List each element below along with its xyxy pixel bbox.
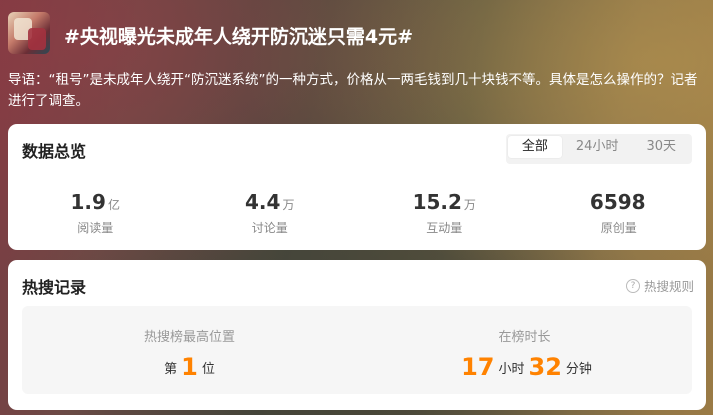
stat-label: 讨论量 [251,221,288,235]
stat-read: 1.9 亿 阅读量 [8,190,183,236]
tab-24h[interactable]: 24小时 [562,136,633,158]
help-icon: ? [625,278,640,293]
hours-unit: 小时 [498,362,525,377]
history-title: 热搜记录 [22,278,87,297]
time-range-tabs: 全部 24小时 30天 [505,134,692,164]
overview-title: 数据总览 [22,142,87,161]
minutes-unit: 分钟 [565,362,592,377]
stat-unit: 万 [282,198,295,212]
duration-section: 在榜时长 17 小时 32 分钟 [357,306,692,394]
stat-value: 4.4 [245,190,281,214]
highest-rank-value: 第1位 [22,353,357,384]
topic-thumbnail[interactable] [8,12,50,54]
rank-prefix: 第 [164,362,178,377]
tab-all[interactable]: 全部 [507,136,562,158]
stat-value: 1.9 [70,190,106,214]
history-stats-box: 热搜榜最高位置 第1位 在榜时长 17 小时 32 分钟 [22,306,692,394]
rank-number: 1 [181,353,198,381]
duration-minutes: 32 [528,353,562,381]
stat-label: 阅读量 [77,221,114,235]
stat-value-line: 4.4 万 [183,190,358,217]
stat-value: 6598 [589,190,646,214]
stat-unit: 亿 [107,198,120,212]
stat-original: 6598 原创量 [532,190,707,236]
tab-30d[interactable]: 30天 [632,136,690,158]
hot-search-rules-link[interactable]: ? 热搜规则 [625,276,694,295]
rank-suffix: 位 [201,362,215,377]
stat-interaction: 15.2 万 互动量 [357,190,532,236]
data-overview-card: 数据总览 全部 24小时 30天 1.9 亿 阅读量 4.4 万 讨论量 15.2 万… [8,124,706,250]
stat-discussion: 4.4 万 讨论量 [183,190,358,236]
duration-label: 在榜时长 [498,330,551,345]
stats-row: 1.9 亿 阅读量 4.4 万 讨论量 15.2 万 互动量 6598 原创量 [8,190,706,236]
duration-value: 17 小时 32 分钟 [357,353,692,384]
topic-title: #央视曝光未成年人绕开防沉迷只需4元# [64,26,414,48]
highest-rank-section: 热搜榜最高位置 第1位 [22,306,357,394]
stat-value-line: 6598 [532,190,707,217]
stat-label: 互动量 [426,221,463,235]
topic-intro: 导语：“租号”是未成年人绕开“防沉迷系统”的一种方式，价格从一两毛钱到几十块钱不… [8,72,698,109]
stat-label: 原创量 [600,221,637,235]
stat-unit: 万 [463,198,476,212]
highest-rank-label: 热搜榜最高位置 [143,330,235,345]
stat-value-line: 15.2 万 [357,190,532,217]
stat-value: 15.2 [412,190,462,214]
duration-hours: 17 [461,353,495,381]
stat-value-line: 1.9 亿 [8,190,183,217]
thumbnail-shape [28,28,46,50]
rules-label: 热搜规则 [643,279,694,294]
hot-search-history-card: 热搜记录 ? 热搜规则 热搜榜最高位置 第1位 在榜时长 17 小时 32 分钟 [8,260,706,410]
